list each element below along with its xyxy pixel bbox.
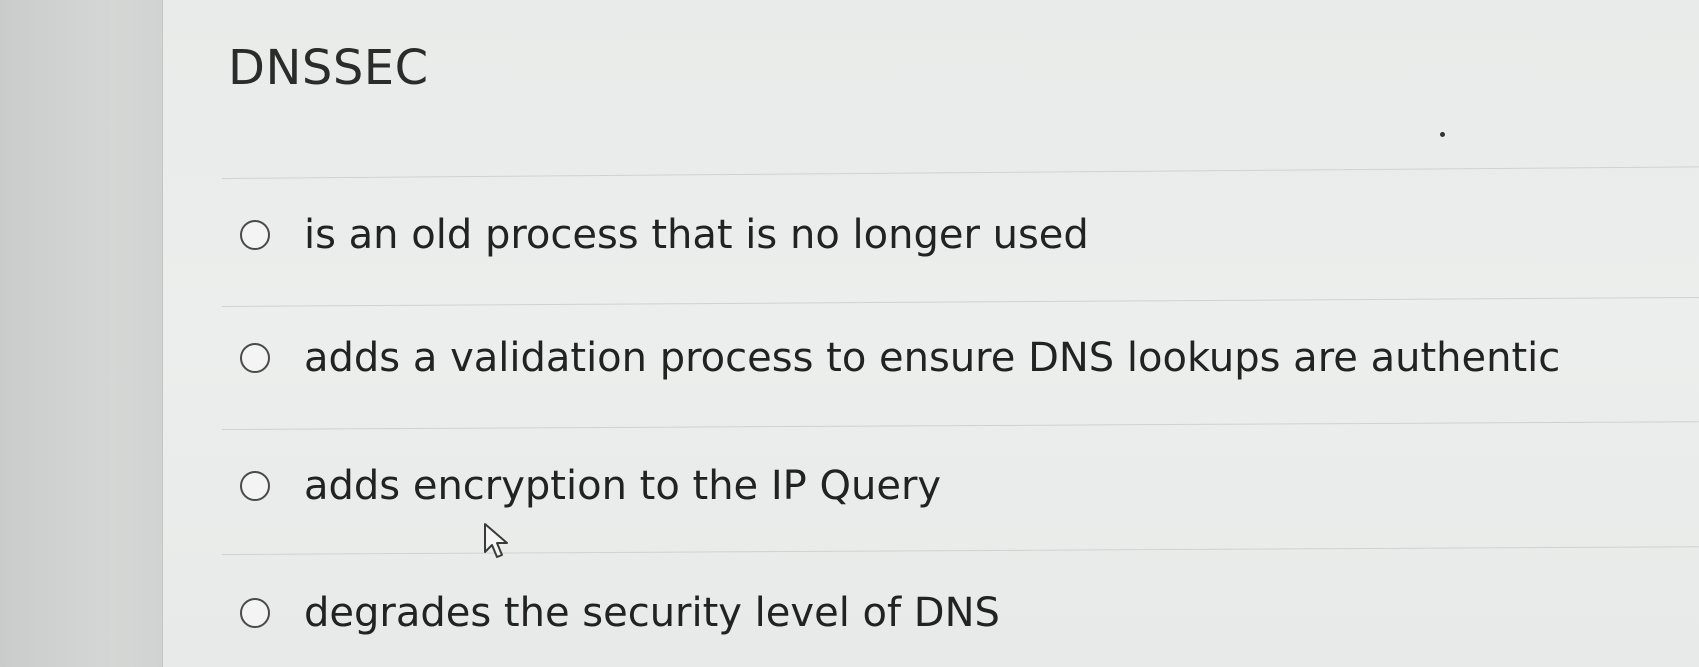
left-gutter [0, 0, 162, 667]
answer-option-label[interactable]: adds a validation process to ensure DNS … [304, 335, 1560, 381]
speck [1440, 132, 1445, 137]
radio-unselected-icon[interactable] [240, 598, 270, 628]
answer-option-label[interactable]: is an old process that is no longer used [304, 212, 1089, 258]
answer-option-3[interactable]: adds encryption to the IP Query [240, 463, 941, 509]
radio-unselected-icon[interactable] [240, 220, 270, 250]
mouse-pointer-icon [484, 523, 508, 558]
radio-unselected-icon[interactable] [240, 471, 270, 501]
radio-unselected-icon[interactable] [240, 343, 270, 373]
answer-option-4[interactable]: degrades the security level of DNS [240, 590, 1000, 636]
answer-option-label[interactable]: adds encryption to the IP Query [304, 463, 941, 509]
screen: DNSSEC is an old process that is no long… [0, 0, 1699, 667]
answer-option-label[interactable]: degrades the security level of DNS [304, 590, 1000, 636]
answer-option-2[interactable]: adds a validation process to ensure DNS … [240, 335, 1560, 381]
quiz-panel [162, 0, 1699, 667]
answer-option-1[interactable]: is an old process that is no longer used [240, 212, 1089, 258]
question-title: DNSSEC [228, 40, 429, 96]
